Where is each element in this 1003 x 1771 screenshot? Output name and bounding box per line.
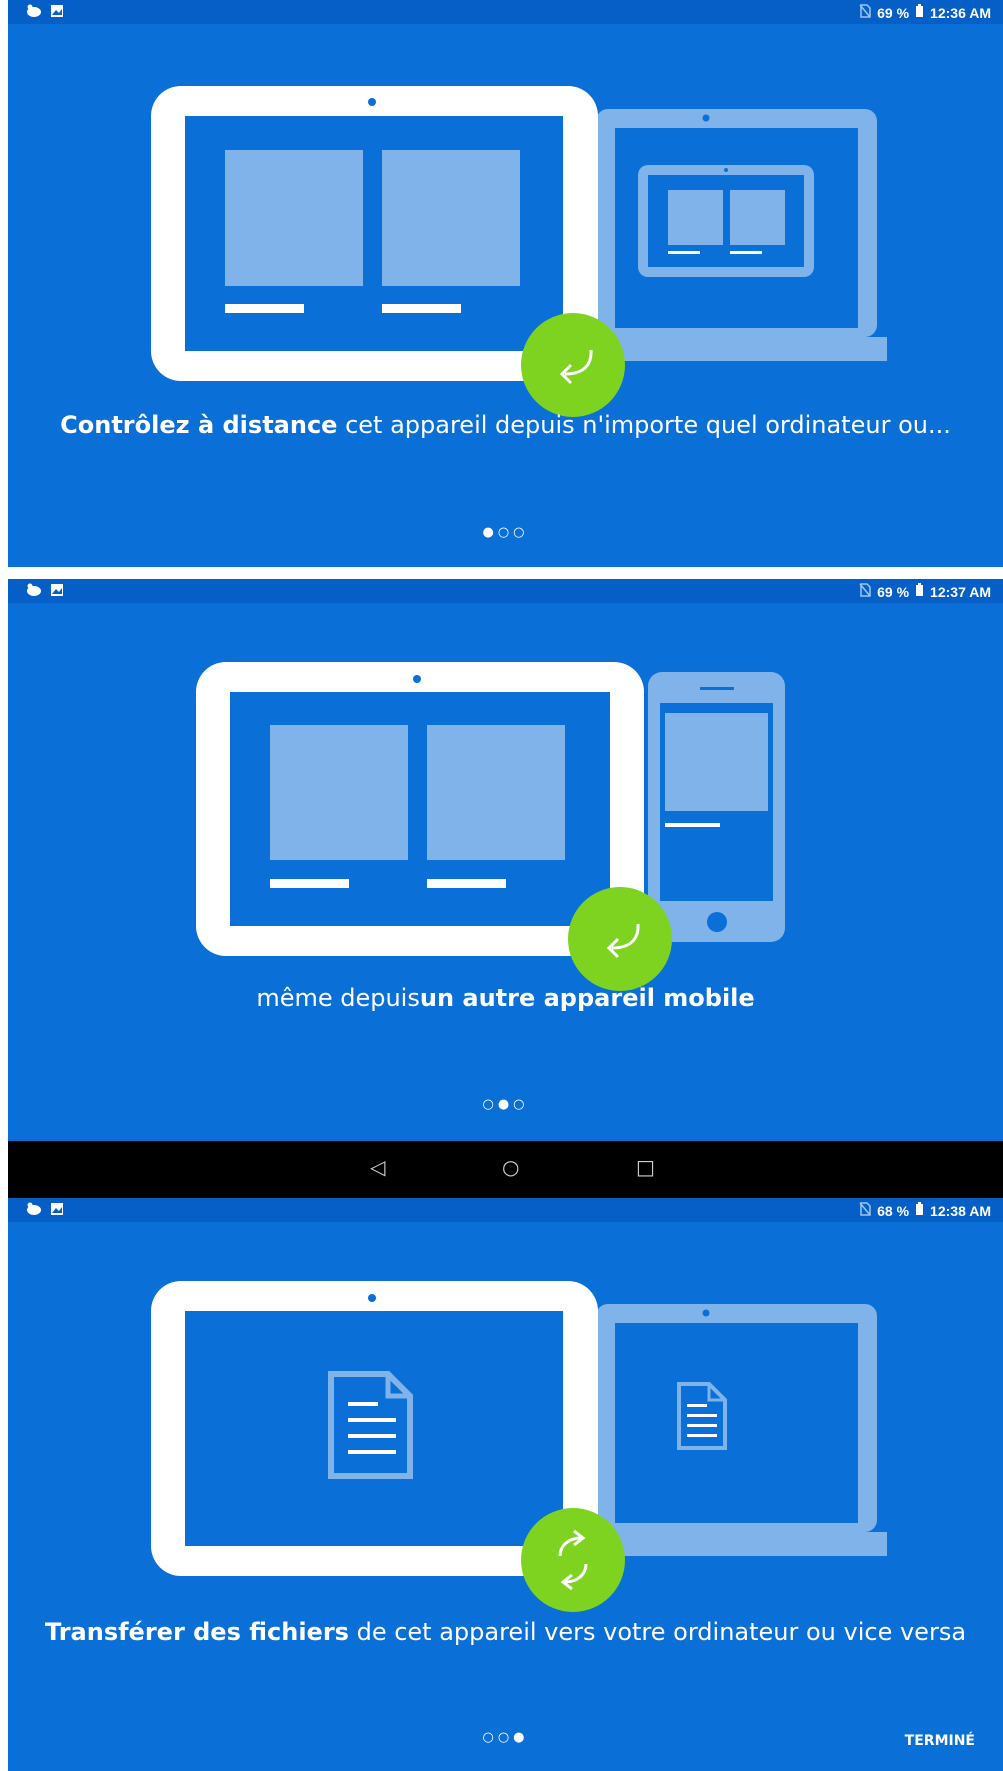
laptop-icon xyxy=(565,1304,887,1556)
recents-button[interactable]: □ xyxy=(636,1155,655,1179)
caption: même depuisun autre appareil mobile xyxy=(8,983,1003,1013)
screen-file-transfer: 68 % 12:38 AM Transférer des fichiers de… xyxy=(8,1198,1003,1771)
caption-bold: Transférer des fichiers xyxy=(44,1618,349,1646)
done-button[interactable]: TERMINÉ xyxy=(905,1733,975,1749)
caption-text: même depuis xyxy=(256,984,420,1012)
remote-control-icon xyxy=(568,887,672,991)
caption-bold: un autre appareil mobile xyxy=(419,984,755,1012)
caption-text: cet appareil depuis n'importe quel ordin… xyxy=(337,411,951,439)
caption: Contrôlez à distance cet appareil depuis… xyxy=(8,410,1003,440)
sync-icon xyxy=(521,1508,625,1612)
remote-control-icon xyxy=(521,313,625,417)
page-indicator: ○●○ xyxy=(482,1097,529,1112)
page-indicator: ○○● xyxy=(482,1730,529,1745)
caption-text: de cet appareil vers votre ordinateur ou… xyxy=(348,1618,967,1646)
illustration-file-transfer xyxy=(151,1281,887,1612)
phone-icon xyxy=(648,672,785,942)
navigation-bar: ◁ ○ □ xyxy=(8,1141,1003,1198)
caption-bold: Contrôlez à distance xyxy=(60,411,338,439)
laptop-icon xyxy=(565,109,887,361)
screen-remote-control: 69 % 12:36 AM Contrôlez à distance cet a… xyxy=(8,0,1003,567)
illustration-tablet-laptop xyxy=(151,86,887,417)
page-indicator: ●○○ xyxy=(482,525,529,540)
caption: Transférer des fichiers de cet appareil … xyxy=(8,1617,1003,1647)
back-button[interactable]: ◁ xyxy=(370,1155,385,1179)
screen-mobile-control: 69 % 12:37 AM même depuisun autre appare… xyxy=(8,579,1003,1141)
illustration-tablet-phone xyxy=(196,662,785,991)
home-button[interactable]: ○ xyxy=(502,1155,519,1179)
